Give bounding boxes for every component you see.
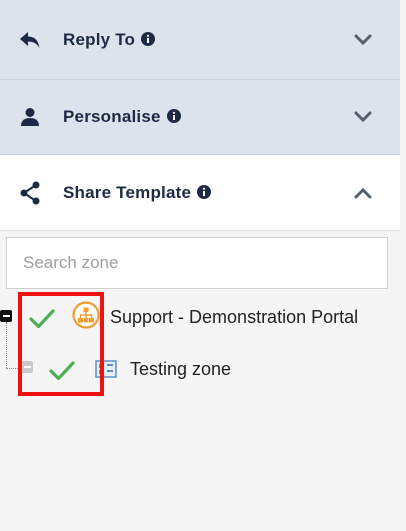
search-zone-input[interactable]: [7, 238, 387, 288]
tree-node-label[interactable]: Support - Demonstration Portal: [110, 307, 358, 328]
panel-share-template[interactable]: Share Template: [0, 155, 400, 231]
panel-share-template-label: Share Template: [63, 183, 212, 203]
info-icon[interactable]: [197, 184, 212, 199]
tree-connector-vertical: [6, 322, 7, 368]
reply-icon: [18, 28, 42, 52]
chevron-down-icon[interactable]: [352, 29, 374, 51]
highlight-box: [18, 292, 104, 396]
chevron-up-icon[interactable]: [352, 182, 374, 204]
panel-reply-to[interactable]: Reply To: [0, 0, 400, 80]
collapse-toggle-icon[interactable]: [0, 310, 12, 322]
panel-reply-to-label: Reply To: [63, 30, 156, 50]
person-icon: [18, 105, 42, 129]
chevron-down-icon[interactable]: [352, 106, 374, 128]
tree-node-label[interactable]: Testing zone: [130, 359, 231, 380]
share-icon: [18, 181, 42, 205]
info-icon[interactable]: [166, 109, 181, 124]
panel-personalise-label: Personalise: [63, 107, 181, 127]
info-icon[interactable]: [141, 31, 156, 46]
panel-personalise[interactable]: Personalise: [0, 80, 400, 155]
search-zone-field[interactable]: [6, 237, 388, 289]
